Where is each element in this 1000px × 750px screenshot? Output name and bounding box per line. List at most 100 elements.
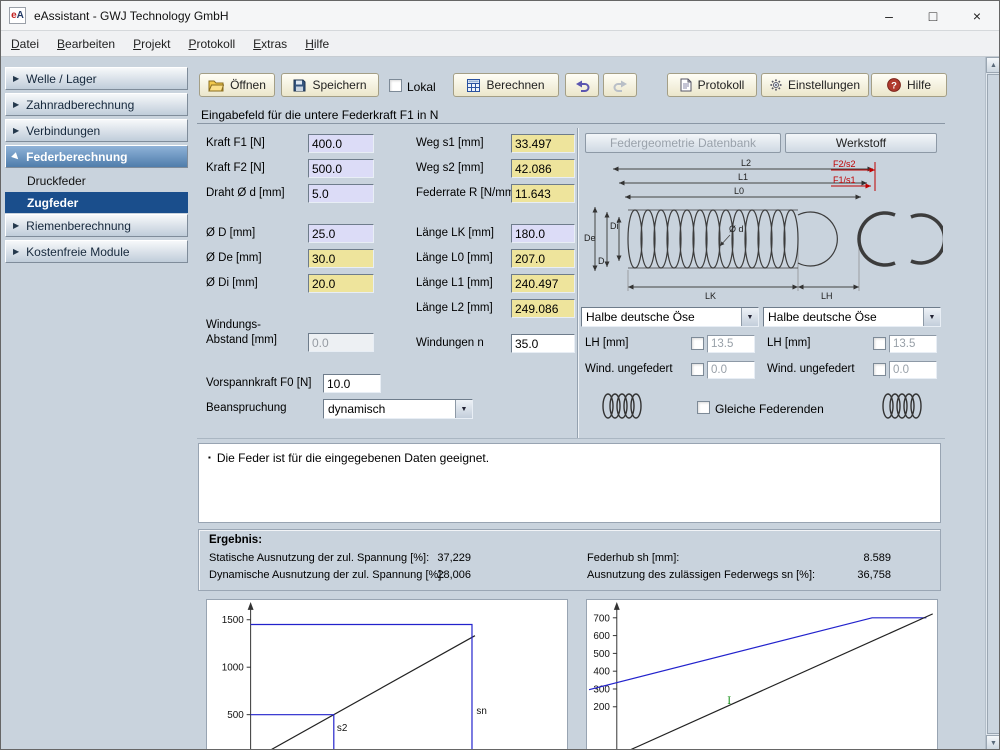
open-button[interactable]: Öffnen [199, 73, 275, 97]
settings-button[interactable]: Einstellungen [761, 73, 869, 97]
maximize-button[interactable]: □ [911, 1, 955, 30]
weg-s2-output[interactable] [511, 159, 575, 178]
svg-text:1500: 1500 [222, 615, 244, 626]
lh-left-label: LH [mm] [585, 337, 628, 349]
form-bottom-divider [197, 438, 945, 439]
undo-button[interactable] [565, 73, 599, 97]
durchmesser-Di-input[interactable] [308, 274, 374, 293]
sidebar-item-riemenberechnung[interactable]: ▶Riemenberechnung [5, 214, 188, 237]
save-label: Speichern [312, 78, 366, 92]
help-button[interactable]: ? Hilfe [871, 73, 947, 97]
laenge-l1-label: Länge L1 [mm] [416, 277, 493, 289]
menu-projekt[interactable]: Projekt [133, 37, 170, 51]
svg-text:400: 400 [593, 667, 610, 678]
durchmesser-Di-label: Ø Di [mm] [206, 277, 258, 289]
durchmesser-D-input[interactable] [308, 224, 374, 243]
svg-text:s2: s2 [337, 723, 347, 734]
laenge-l1-output[interactable] [511, 274, 575, 293]
limit-chart: 200300400500600700I [586, 599, 938, 750]
wind-ungefedert-left-checkbox[interactable] [691, 363, 704, 376]
close-button[interactable]: × [955, 1, 999, 30]
protocol-label: Protokoll [698, 78, 745, 92]
dim-l0: L0 [734, 186, 744, 196]
kraft-f2-label: Kraft F2 [N] [206, 162, 265, 174]
sidebar-item-federberechnung[interactable]: ▶Federberechnung [5, 145, 188, 168]
federrate-output[interactable] [511, 184, 575, 203]
lh-right-input [889, 335, 937, 353]
weg-s1-output[interactable] [511, 134, 575, 153]
windungen-input[interactable] [511, 334, 575, 353]
svg-text:500: 500 [593, 649, 610, 660]
sidebar-item-kostenfreie-module[interactable]: ▶Kostenfreie Module [5, 240, 188, 263]
lh-left-checkbox[interactable] [691, 337, 704, 350]
save-button[interactable]: Speichern [281, 73, 379, 97]
lokal-checkbox[interactable] [389, 79, 402, 92]
redo-button[interactable] [603, 73, 637, 97]
scrollbar-thumb[interactable] [987, 74, 1000, 734]
laenge-l0-output[interactable] [511, 249, 575, 268]
sidebar-item-zahnradberechnung[interactable]: ▶Zahnradberechnung [5, 93, 188, 116]
scroll-down-button[interactable]: ▼ [986, 735, 1000, 750]
dim-de: De [584, 233, 596, 243]
kraft-f2-input[interactable] [308, 159, 374, 178]
collapsed-arrow-icon: ▶ [13, 100, 19, 109]
menu-hilfe[interactable]: Hilfe [305, 37, 329, 51]
wind-ungefedert-right-input [889, 361, 937, 379]
sidebar-item-druckfeder[interactable]: Druckfeder [5, 171, 188, 191]
ose-right-dropdown[interactable]: Halbe deutsche Öse ▼ [763, 307, 941, 327]
menu-extras[interactable]: Extras [253, 37, 287, 51]
svg-text:700: 700 [593, 613, 610, 624]
status-divider [197, 123, 945, 124]
minimize-button[interactable]: – [867, 1, 911, 30]
dropdown-arrow-icon: ▼ [741, 308, 758, 326]
durchmesser-D-label: Ø D [mm] [206, 227, 255, 239]
dynamic-usage-value: 28,006 [411, 569, 471, 581]
ose-left-dropdown[interactable]: Halbe deutsche Öse ▼ [581, 307, 759, 327]
application-window: eA eAssistant - GWJ Technology GmbH – □ … [0, 0, 1000, 750]
federgeometrie-datenbank-button[interactable]: Federgeometrie Datenbank [585, 133, 781, 153]
draht-d-label: Draht Ø d [mm] [206, 187, 285, 199]
laenge-l2-output[interactable] [511, 299, 575, 318]
menu-datei[interactable]: Datei [11, 37, 39, 51]
vorspannkraft-input[interactable] [323, 374, 381, 393]
federhub-label: Federhub sh [mm]: [587, 552, 679, 564]
durchmesser-De-label: Ø De [mm] [206, 252, 262, 264]
draht-d-input[interactable] [308, 184, 374, 203]
laenge-lk-input[interactable] [511, 224, 575, 243]
svg-text:200: 200 [593, 702, 610, 713]
scroll-up-button[interactable]: ▲ [986, 57, 1000, 73]
beanspruchung-dropdown[interactable]: dynamisch ▼ [323, 399, 473, 419]
kraft-f1-input[interactable] [308, 134, 374, 153]
sidebar-item-verbindungen[interactable]: ▶Verbindungen [5, 119, 188, 142]
dim-lh: LH [821, 291, 833, 301]
wind-ungefedert-right-label: Wind. ungefedert [767, 363, 855, 375]
menu-protokoll[interactable]: Protokoll [188, 37, 235, 51]
svg-text:1000: 1000 [222, 663, 244, 674]
gleiche-federenden-checkbox[interactable] [697, 401, 710, 414]
lh-right-checkbox[interactable] [873, 337, 886, 350]
dim-di: Di [610, 221, 619, 231]
werkstoff-button[interactable]: Werkstoff [785, 133, 937, 153]
wind-ungefedert-right-checkbox[interactable] [873, 363, 886, 376]
weg-s2-label: Weg s2 [mm] [416, 162, 484, 174]
document-icon [680, 78, 692, 92]
federweg-usage-value: 36,758 [831, 569, 891, 581]
menu-bearbeiten[interactable]: Bearbeiten [57, 37, 115, 51]
ose-left-value: Halbe deutsche Öse [582, 310, 741, 324]
save-floppy-icon [293, 79, 306, 92]
spring-end-right-icon [879, 389, 925, 423]
sidebar-item-welle-lager[interactable]: ▶Welle / Lager [5, 67, 188, 90]
form-separator [577, 128, 578, 438]
laenge-l2-label: Länge L2 [mm] [416, 302, 493, 314]
vertical-scrollbar[interactable]: ▲ ▼ [985, 57, 1000, 750]
static-usage-value: 37,229 [411, 552, 471, 564]
laenge-lk-label: Länge LK [mm] [416, 227, 494, 239]
spring-end-left-icon [599, 389, 645, 423]
protocol-button[interactable]: Protokoll [667, 73, 757, 97]
message-box: ▪Die Feder ist für die eingegebenen Date… [198, 443, 941, 523]
help-label: Hilfe [907, 78, 931, 92]
calculate-button[interactable]: Berechnen [453, 73, 559, 97]
durchmesser-De-input[interactable] [308, 249, 374, 268]
sidebar-item-zugfeder[interactable]: Zugfeder [5, 192, 188, 213]
status-text: Eingabefeld für die untere Federkraft F1… [201, 108, 438, 122]
